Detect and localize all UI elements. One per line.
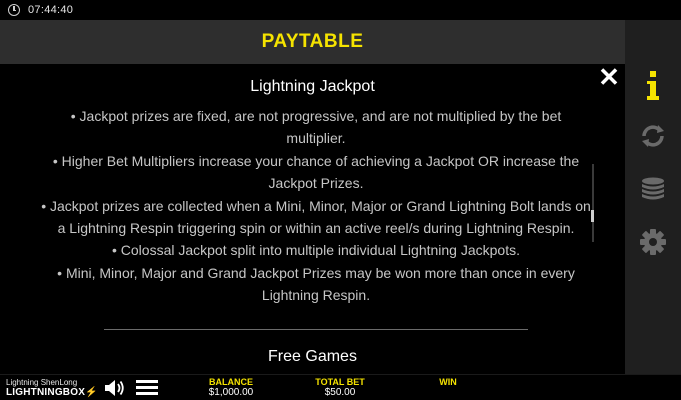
status-bar: 07:44:40 [0,0,681,20]
settings-gear-icon [640,229,666,255]
rule-item: • Jackpot prizes are collected when a Mi… [41,197,591,237]
autoplay-icon [642,125,664,147]
paytable-content[interactable]: Lightning Jackpot • Jackpot prizes are f… [0,64,625,374]
game-title: Lightning ShenLong [6,378,78,387]
section-title-lightning-jackpot: Lightning Jackpot [250,78,375,95]
total-bet-label: TOTAL BET [315,377,365,387]
speaker-icon [105,380,124,396]
side-menu [625,20,681,374]
close-button[interactable]: ✕ [596,62,622,92]
sound-button[interactable] [104,379,126,397]
total-bet-value: $50.00 [324,387,356,398]
total-bet-meter: TOTAL BET $50.00 [305,377,375,399]
rule-item: • Colossal Jackpot split into multiple i… [111,242,520,259]
balance-value: $1,000.00 [208,387,254,398]
section-title-free-games: Free Games [268,348,357,365]
win-label: WIN [439,377,457,387]
scrollbar-track[interactable] [592,164,594,242]
bet-coins-icon [642,177,664,200]
scrollbar-thumb[interactable] [591,210,594,222]
hamburger-icon [136,380,158,383]
bottom-bar: Lightning ShenLong LIGHTNINGBOX⚡ BALANCE… [0,374,681,400]
balance-meter: BALANCE $1,000.00 [196,377,266,399]
bet-button[interactable] [625,164,681,216]
close-icon: ✕ [598,62,620,92]
game-logo: Lightning ShenLong LIGHTNINGBOX⚡ [6,378,98,400]
win-meter: WIN [418,377,478,387]
jackpot-rules-list: • Jackpot prizes are fixed, are not prog… [40,105,592,307]
menu-button[interactable] [136,380,158,396]
settings-button[interactable] [625,216,681,268]
bolt-icon: ⚡ [85,387,98,398]
page-title: PAYTABLE [261,31,364,52]
rule-item: • Jackpot prizes are fixed, are not prog… [70,108,562,147]
rule-item: • Higher Bet Multipliers increase your c… [52,152,580,192]
brand-logo: LIGHTNINGBOX⚡ [6,387,98,398]
autoplay-button[interactable] [625,110,681,162]
info-icon [647,71,659,100]
clock-icon [8,4,20,16]
balance-label: BALANCE [209,377,253,387]
section-divider [104,329,528,330]
info-button[interactable] [625,60,681,112]
status-time: 07:44:40 [28,4,74,16]
paytable-header: PAYTABLE [0,20,625,64]
rule-item: • Mini, Minor, Major and Grand Jackpot P… [57,264,575,304]
